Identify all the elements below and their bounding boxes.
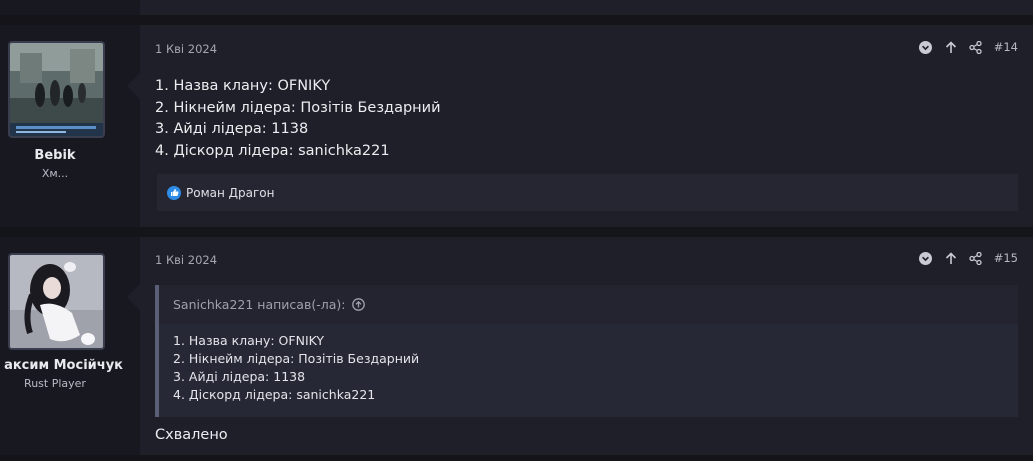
quote-header[interactable]: Sanichka221 написав(-ла): — [173, 297, 365, 312]
post-line: 3. Айді лідера: 1138 — [155, 121, 309, 137]
post-number-link[interactable]: #14 — [994, 40, 1018, 54]
avatar[interactable] — [8, 253, 105, 350]
quote-block: Sanichka221 написав(-ла): 1. Назва клану… — [155, 285, 1018, 417]
post-pointer-arrow — [127, 73, 140, 99]
quote-line: 1. Назва клану: OFNIKY — [173, 333, 325, 348]
post-date[interactable]: 1 Кві 2024 — [155, 253, 217, 267]
quote-line: 3. Айді лідера: 1138 — [173, 369, 306, 384]
post-body: 1. Назва клану: OFNIKY 2. Нікнейм лідера… — [155, 76, 441, 162]
arrow-up-icon[interactable] — [944, 251, 958, 265]
avatar-image — [10, 43, 103, 136]
chevron-down-circle-icon[interactable] — [919, 40, 933, 54]
post-date[interactable]: 1 Кві 2024 — [155, 42, 217, 56]
chevron-down-circle-icon[interactable] — [919, 251, 933, 265]
quote-line: 4. Діскорд лідера: sanichka221 — [173, 387, 376, 402]
share-icon[interactable] — [969, 251, 983, 265]
quote-line: 2. Нікнейм лідера: Позітів Бездарний — [173, 351, 420, 366]
post-actions: #15 — [919, 251, 1018, 265]
post-number-link[interactable]: #15 — [994, 251, 1018, 265]
previous-post-fragment — [0, 0, 1033, 15]
like-icon — [167, 185, 181, 200]
quote-body: 1. Назва клану: OFNIKY 2. Нікнейм лідера… — [159, 324, 1018, 417]
post-14: Bebik Хм... 1 Кві 2024 #14 1. Назва клан… — [0, 25, 1033, 227]
post-pointer-arrow — [127, 284, 140, 310]
post-text: Схвалено — [155, 427, 228, 443]
arrow-up-circle-icon[interactable] — [351, 298, 365, 312]
user-column: аксим Мосійчук Rust Player — [0, 237, 140, 455]
post-line: 4. Діскорд лідера: sanichka221 — [155, 142, 390, 159]
reaction-user-link[interactable]: Роман Драгон — [186, 186, 274, 200]
share-icon[interactable] — [969, 40, 983, 54]
user-column: Bebik Хм... — [0, 25, 140, 227]
user-title: Rust Player — [24, 377, 86, 390]
arrow-up-icon[interactable] — [944, 40, 958, 54]
avatar[interactable] — [8, 41, 105, 138]
reactions-bar: Роман Драгон — [157, 174, 1018, 211]
username[interactable]: Bebik — [0, 148, 110, 163]
post-actions: #14 — [919, 40, 1018, 54]
post-15: аксим Мосійчук Rust Player 1 Кві 2024 #1… — [0, 237, 1033, 455]
quote-author[interactable]: Sanichka221 написав(-ла): — [173, 297, 345, 312]
user-title: Хм... — [41, 167, 69, 180]
user-column — [0, 0, 140, 15]
username[interactable]: аксим Мосійчук — [0, 358, 123, 373]
post-line: 2. Нікнейм лідера: Позітів Бездарний — [155, 99, 441, 116]
avatar-image — [10, 255, 103, 348]
post-line: 1. Назва клану: OFNIKY — [155, 78, 331, 94]
